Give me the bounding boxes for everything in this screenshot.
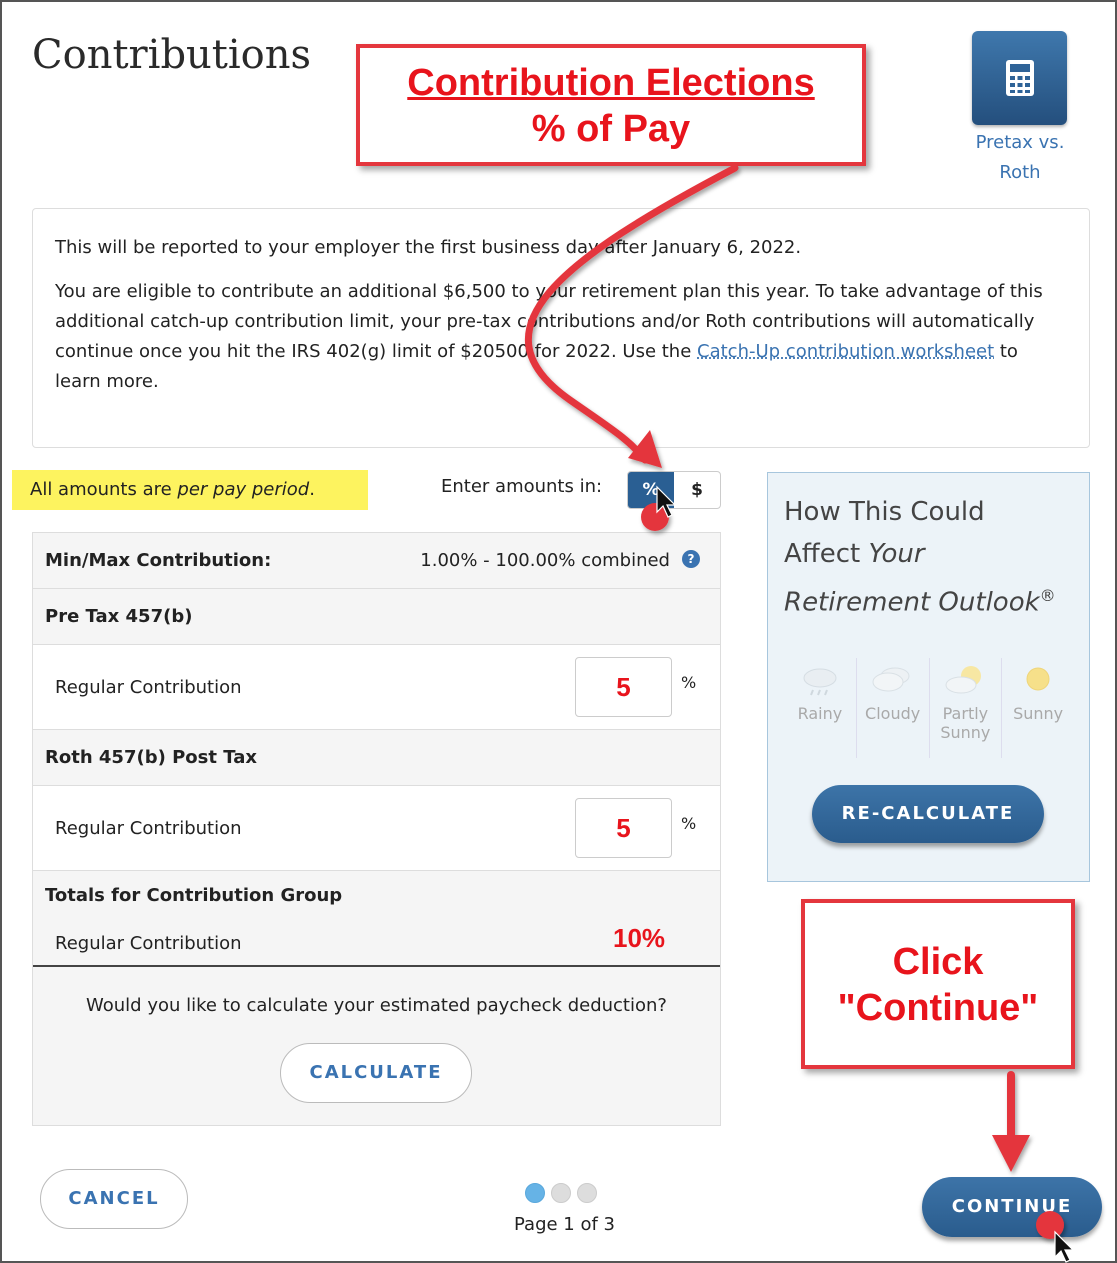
percent-toggle-button[interactable]: % <box>628 472 674 508</box>
callout2-line1: Click <box>892 941 984 983</box>
calculator-icon <box>1006 60 1034 96</box>
weather-label-cloudy: Cloudy <box>865 704 921 723</box>
outlook-title-your: Your <box>868 539 925 569</box>
callout1-line1: Contribution Elections <box>407 62 815 104</box>
weather-rainy: Rainy <box>784 658 857 758</box>
roth-unit: % <box>681 814 697 833</box>
info-panel: This will be reported to your employer t… <box>32 208 1090 448</box>
retirement-outlook-panel: How This Could Affect Your Retirement Ou… <box>767 472 1090 882</box>
weather-cloudy: Cloudy <box>857 658 930 758</box>
contribution-elections-callout: Contribution Elections % of Pay <box>356 44 866 166</box>
catch-up-worksheet-link[interactable]: Catch-Up contribution worksheet <box>697 341 994 362</box>
registered-mark: ® <box>1039 586 1056 605</box>
amount-unit-toggle: % $ <box>627 471 721 509</box>
help-icon[interactable]: ? <box>682 550 700 568</box>
calculate-question: Would you like to calculate your estimat… <box>86 995 667 1016</box>
pretax-regular-row: Regular Contribution 5 % <box>33 645 720 730</box>
outlook-title: How This Could Affect Your Retirement Ou… <box>784 491 1056 624</box>
catch-up-text: You are eligible to contribute an additi… <box>55 277 1067 397</box>
sunny-icon <box>1026 667 1050 691</box>
partly-sunny-icon <box>945 666 982 694</box>
weather-label-rainy: Rainy <box>797 704 843 723</box>
pretax-percent-input[interactable]: 5 <box>575 657 672 717</box>
page-dot-2 <box>551 1183 571 1203</box>
recalculate-button[interactable]: RE-CALCULATE <box>812 785 1044 843</box>
click-continue-callout: Click "Continue" <box>801 899 1075 1069</box>
note-prefix: All amounts are <box>30 479 178 500</box>
pretax-vs-roth-button[interactable] <box>972 31 1067 125</box>
page-indicator: Page 1 of 3 <box>514 1214 615 1235</box>
note-suffix: . <box>309 479 315 500</box>
callout1-line2: % of Pay <box>531 108 691 150</box>
page-dot-1 <box>525 1183 545 1203</box>
pagination-dots <box>525 1183 597 1203</box>
weather-label-sunny: Sunny <box>1013 704 1064 723</box>
weather-sunny: Sunny <box>1002 658 1074 758</box>
reporting-date-text: This will be reported to your employer t… <box>55 237 802 258</box>
weather-partly-sunny: Partly Sunny <box>930 658 1003 758</box>
roth-percent-input[interactable]: 5 <box>575 798 672 858</box>
totals-header: Totals for Contribution Group <box>45 885 343 906</box>
totals-regular-label: Regular Contribution <box>55 933 242 954</box>
dollar-toggle-button[interactable]: $ <box>674 472 720 508</box>
outlook-title-line2: Affect Your <box>784 533 1056 575</box>
paycheck-calculation-section: Would you like to calculate your estimat… <box>33 965 720 1125</box>
contribution-table: Min/Max Contribution: 1.00% - 100.00% co… <box>32 532 721 1126</box>
per-pay-period-note: All amounts are per pay period. <box>12 470 368 510</box>
enter-amounts-label: Enter amounts in: <box>441 476 603 497</box>
pretax-section-header: Pre Tax 457(b) <box>33 589 720 645</box>
page-dot-3 <box>577 1183 597 1203</box>
outlook-title-line3: Retirement Outlook® <box>784 575 1056 624</box>
pretax-regular-label: Regular Contribution <box>55 677 242 698</box>
weather-scale: Rainy Cloudy Partly Sunny Sunny <box>784 658 1074 758</box>
minmax-label: Min/Max Contribution: <box>45 550 272 571</box>
outlook-title-affect: Affect <box>784 539 869 569</box>
outlook-title-line1: How This Could <box>784 497 985 527</box>
callout2-line2: "Continue" <box>837 987 1039 1029</box>
roth-regular-label: Regular Contribution <box>55 818 242 839</box>
totals-value: 10% <box>613 923 666 953</box>
roth-regular-row: Regular Contribution 5 % <box>33 786 720 871</box>
pretax-vs-roth-link[interactable]: Pretax vs. Roth <box>960 128 1080 188</box>
minmax-value: 1.00% - 100.00% combined <box>420 550 670 571</box>
calculate-button[interactable]: CALCULATE <box>280 1043 472 1103</box>
pretax-unit: % <box>681 673 697 692</box>
outlook-title-retirement: Retirement Outlook <box>784 587 1040 618</box>
cloudy-icon <box>872 667 910 692</box>
minmax-row: Min/Max Contribution: 1.00% - 100.00% co… <box>33 533 720 589</box>
page-title: Contributions <box>32 32 312 78</box>
continue-button[interactable]: CONTINUE <box>922 1177 1102 1237</box>
note-emphasis: per pay period <box>177 479 310 500</box>
weather-label-partly-sunny: Partly Sunny <box>940 704 991 742</box>
totals-section: Totals for Contribution Group Regular Co… <box>33 871 720 965</box>
roth-section-header: Roth 457(b) Post Tax <box>33 730 720 786</box>
cancel-button[interactable]: CANCEL <box>40 1169 188 1229</box>
rainy-icon <box>803 668 837 696</box>
